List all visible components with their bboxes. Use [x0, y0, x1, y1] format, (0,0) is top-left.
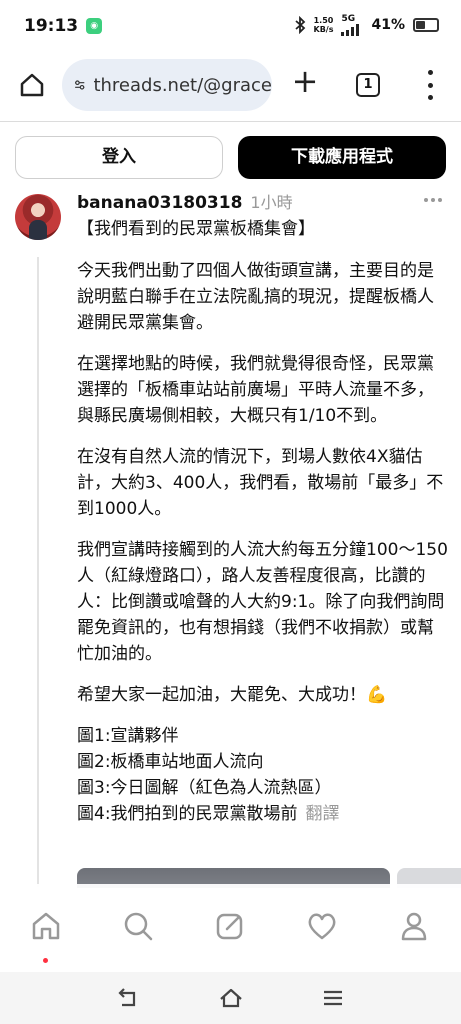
- home-icon: [32, 912, 60, 940]
- profile-icon: [401, 912, 427, 941]
- battery-level-fill: [416, 21, 426, 29]
- translate-link[interactable]: 翻譯: [306, 804, 340, 824]
- post-timestamp: 1小時: [250, 193, 293, 212]
- figure-caption: 圖4:我們拍到的民眾黨散場前: [77, 804, 298, 824]
- back-icon: [118, 988, 136, 1007]
- recents-icon: [324, 990, 342, 1006]
- post-username[interactable]: banana03180318: [77, 193, 242, 213]
- browser-menu-button[interactable]: [420, 70, 440, 100]
- battery-percent: 41%: [371, 17, 405, 33]
- browser-toolbar: threads.net/@grace + 1: [0, 56, 461, 116]
- figure-list: 圖1:宣講夥伴 圖2:板橋車站地面人流向 圖3:今日圖解（紅色為人流熱區） 圖4…: [77, 723, 449, 827]
- post-header: banana03180318 1小時: [77, 189, 293, 213]
- post-title: 【我們看到的民眾黨板橋集會】: [77, 219, 315, 239]
- system-recents-button[interactable]: [319, 984, 347, 1012]
- nav-search-button[interactable]: [120, 908, 156, 944]
- system-nav-bar: [0, 972, 461, 1024]
- post-paragraph: 希望大家一起加油，大罷免、大成功！💪: [77, 685, 388, 705]
- network-speed-value: 1.50: [313, 16, 334, 25]
- signal-icon: [341, 24, 360, 36]
- toolbar-divider: [0, 121, 461, 122]
- url-text[interactable]: threads.net/@grace: [93, 75, 272, 96]
- figure-caption-row: 圖4:我們拍到的民眾黨散場前 翻譯: [77, 801, 449, 827]
- download-app-button[interactable]: 下載應用程式: [238, 136, 446, 179]
- status-indicators: 1.50 KB/s 5G 41%: [294, 14, 439, 36]
- notification-dot: [43, 958, 48, 963]
- new-tab-button[interactable]: +: [289, 65, 321, 98]
- home-icon: [20, 73, 44, 97]
- system-home-button[interactable]: [217, 984, 245, 1012]
- nav-home-button[interactable]: [28, 908, 64, 944]
- app-notification-icon: ◉: [86, 18, 103, 34]
- system-back-button[interactable]: [114, 984, 142, 1012]
- login-button[interactable]: 登入: [15, 136, 223, 179]
- status-bar: 19:13 ◉ 1.50 KB/s 5G 41%: [0, 0, 461, 52]
- heart-icon: [308, 913, 336, 940]
- address-bar[interactable]: threads.net/@grace: [62, 59, 272, 111]
- network-speed-unit: KB/s: [313, 25, 334, 34]
- nav-profile-button[interactable]: [396, 908, 432, 944]
- threads-bottom-nav: [0, 884, 461, 972]
- figure-caption: 圖3:今日圖解（紅色為人流熱區）: [77, 778, 332, 798]
- figure-caption: 圖1:宣講夥伴: [77, 726, 179, 746]
- post-paragraph: 今天我們出動了四個人做街頭宣講，主要目的是說明藍白聯手在立法院亂搞的現況，提醒板…: [77, 261, 434, 333]
- status-time: 19:13: [24, 16, 79, 36]
- post-more-button[interactable]: [424, 198, 442, 202]
- post-paragraph: 在沒有自然人流的情況下，到場人數依4X貓估計，大約3、400人，我們看，散場前「…: [77, 447, 444, 519]
- figure-caption: 圖2:板橋車站地面人流向: [77, 752, 264, 772]
- network-speed: 1.50 KB/s: [314, 16, 334, 34]
- home-icon: [220, 988, 242, 1008]
- browser-home-button[interactable]: [15, 68, 49, 102]
- post-body: 【我們看到的民眾黨板橋集會】 今天我們出動了四個人做街頭宣講，主要目的是說明藍白…: [77, 216, 449, 827]
- avatar[interactable]: [15, 194, 61, 240]
- tab-switcher-button[interactable]: 1: [356, 73, 380, 97]
- post-paragraph: 我們宣講時接觸到的人流大約每五分鐘100～150人（紅綠燈路口），路人友善程度很…: [77, 540, 448, 664]
- battery-icon: [413, 18, 439, 32]
- nav-activity-button[interactable]: [304, 908, 340, 944]
- site-settings-icon[interactable]: [74, 76, 85, 94]
- bluetooth-icon: [294, 16, 305, 34]
- thread-line: [37, 257, 39, 887]
- nav-compose-button[interactable]: [212, 908, 248, 944]
- post-paragraph: 在選擇地點的時候，我們就覺得很奇怪，民眾黨選擇的「板橋車站站前廣場」平時人流量不…: [77, 354, 434, 426]
- network-type: 5G: [341, 14, 356, 24]
- compose-icon: [216, 913, 243, 940]
- search-icon: [124, 912, 153, 941]
